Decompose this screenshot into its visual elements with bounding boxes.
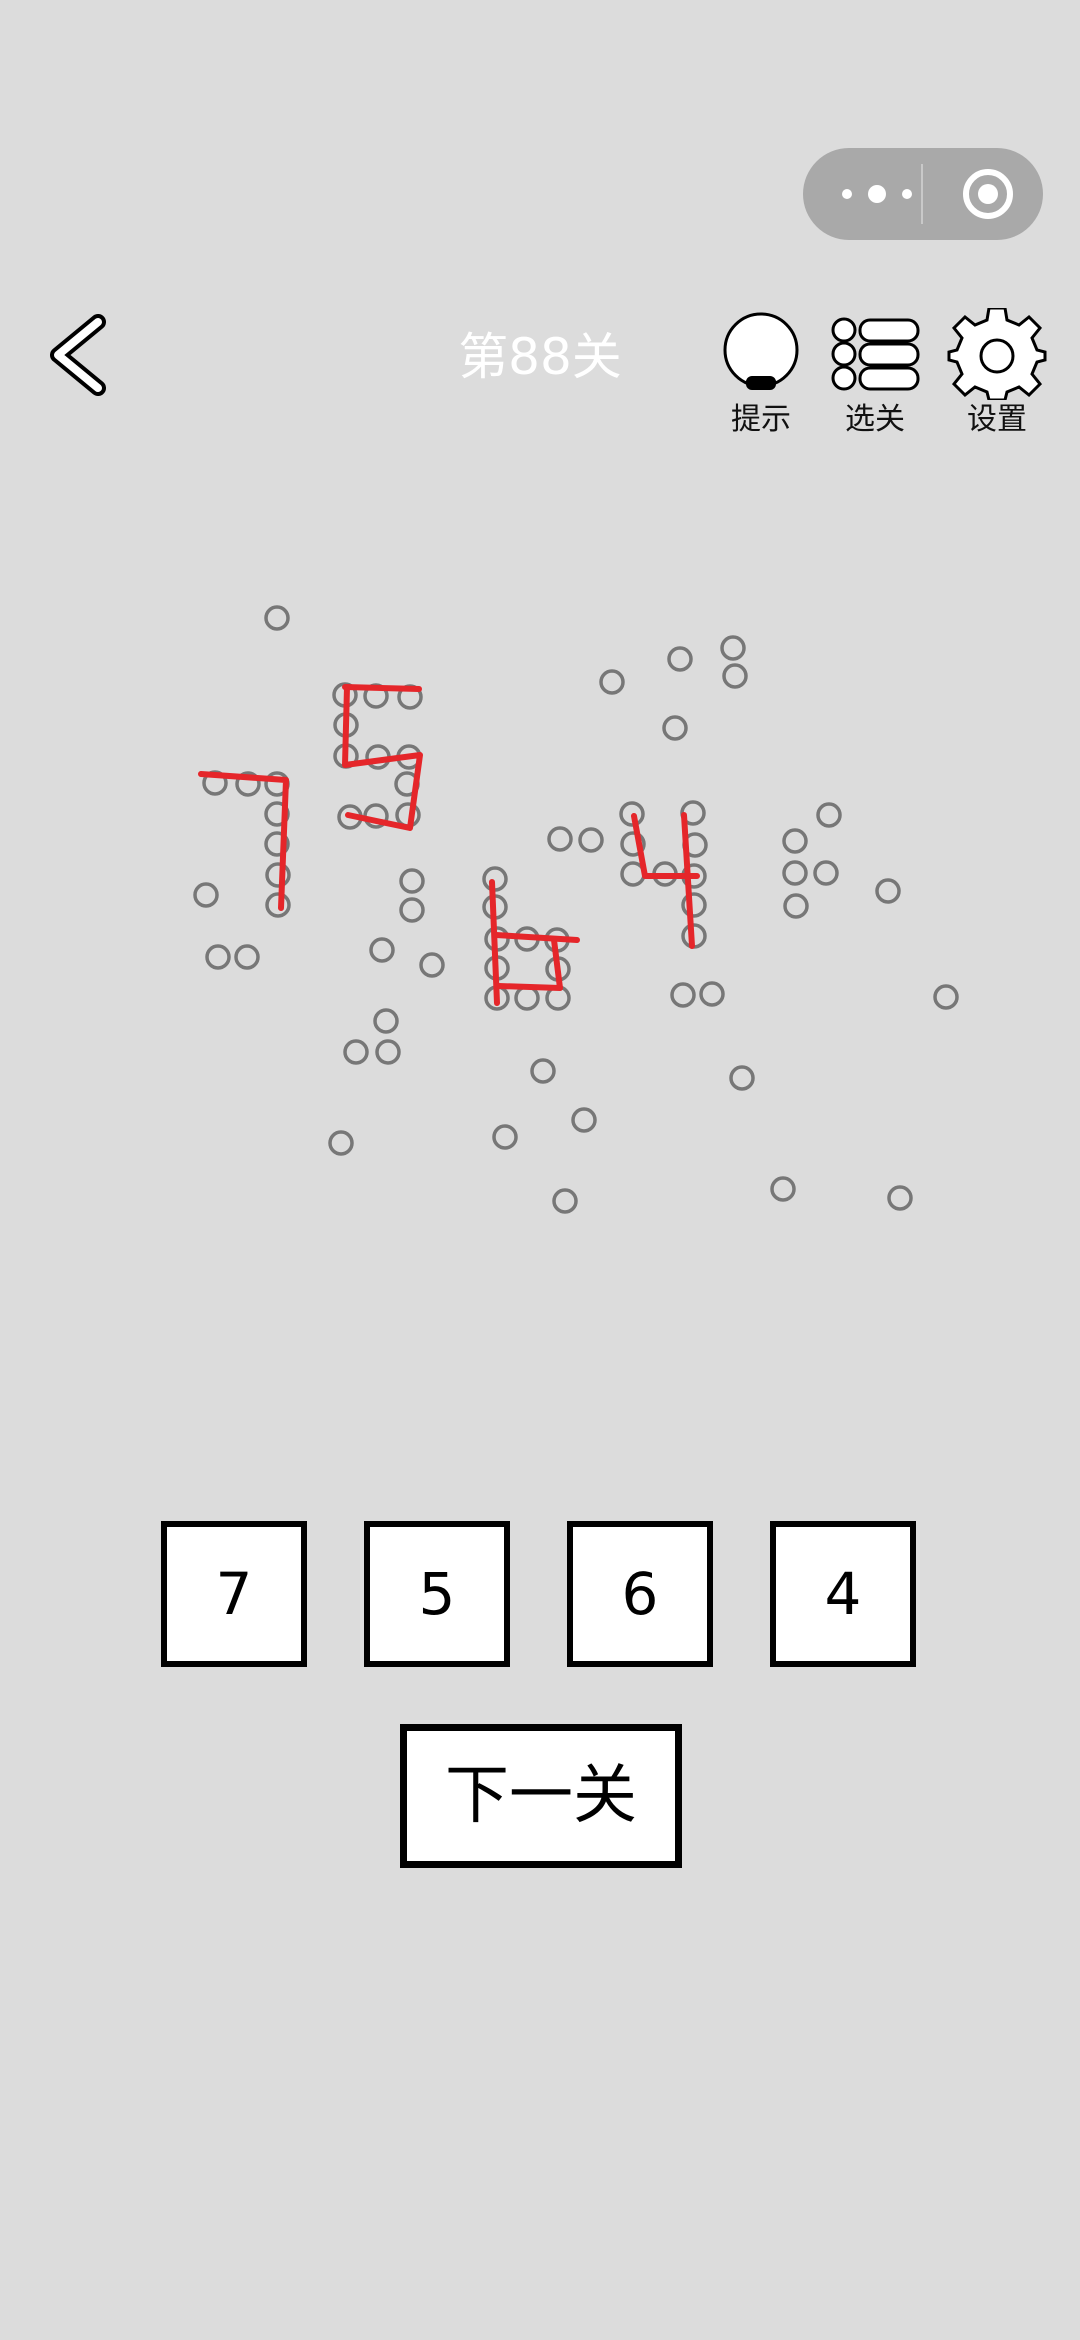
- back-arrow-icon[interactable]: [40, 310, 120, 400]
- dot: [667, 646, 693, 672]
- more-options-icon[interactable]: [833, 148, 921, 240]
- dot: [783, 893, 809, 919]
- level-title: 第88关: [458, 328, 622, 386]
- dot: [419, 952, 445, 978]
- dot: [530, 1058, 556, 1084]
- dot: [720, 635, 746, 661]
- dot: [729, 1065, 755, 1091]
- dot: [875, 878, 901, 904]
- dot: [328, 1130, 354, 1156]
- dot: [205, 944, 231, 970]
- dot: [813, 860, 839, 886]
- dot: [887, 1185, 913, 1211]
- gear-icon: [947, 308, 1047, 400]
- dot: [722, 663, 748, 689]
- dot: [265, 892, 291, 918]
- miniprogram-capsule: [803, 148, 1043, 240]
- dot: [782, 860, 808, 886]
- dot: [234, 944, 260, 970]
- next-level-button[interactable]: 下一关: [400, 1724, 682, 1868]
- dot: [265, 862, 291, 888]
- dot: [571, 1107, 597, 1133]
- capsule-divider: [921, 164, 923, 224]
- hint-label: 提示: [731, 402, 791, 437]
- level-select-label: 选关: [845, 402, 905, 437]
- level-select-button[interactable]: 选关: [820, 308, 930, 448]
- dot: [492, 1124, 518, 1150]
- answer-box-4[interactable]: 4: [770, 1521, 916, 1667]
- dot: [662, 715, 688, 741]
- dot: [578, 827, 604, 853]
- dot: [343, 1039, 369, 1065]
- list-icon: [831, 317, 920, 391]
- dot: [399, 868, 425, 894]
- dot: [670, 982, 696, 1008]
- dot: [264, 605, 290, 631]
- drawn-stroke: [342, 684, 422, 692]
- settings-label: 设置: [967, 402, 1027, 437]
- answer-box-2[interactable]: 5: [364, 1521, 510, 1667]
- dot: [782, 828, 808, 854]
- close-miniprogram-icon[interactable]: [948, 148, 1038, 240]
- dot: [375, 1039, 401, 1065]
- answer-box-3[interactable]: 6: [567, 1521, 713, 1667]
- hint-button[interactable]: 提示: [706, 308, 816, 448]
- dot: [699, 981, 725, 1007]
- lightbulb-icon: [723, 312, 799, 390]
- dot: [399, 897, 425, 923]
- dot: [770, 1176, 796, 1202]
- settings-button[interactable]: 设置: [942, 308, 1052, 448]
- dot: [547, 826, 573, 852]
- dot: [816, 802, 842, 828]
- answer-box-1[interactable]: 7: [161, 1521, 307, 1667]
- dot: [373, 1008, 399, 1034]
- puzzle-board[interactable]: [0, 560, 1080, 1260]
- dot: [193, 882, 219, 908]
- dot: [369, 937, 395, 963]
- dot: [552, 1188, 578, 1214]
- dot: [599, 669, 625, 695]
- dot: [933, 984, 959, 1010]
- dot: [514, 985, 540, 1011]
